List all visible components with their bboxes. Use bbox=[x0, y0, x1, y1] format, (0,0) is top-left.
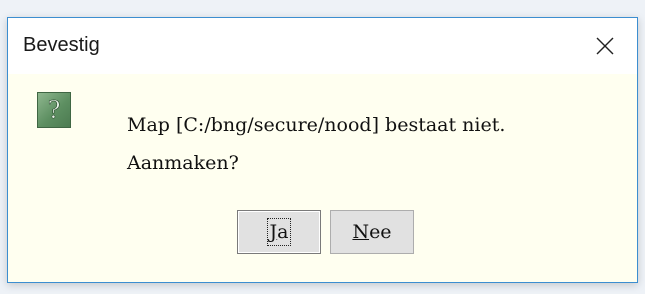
no-accelerator: N bbox=[352, 221, 370, 243]
confirm-dialog: Bevestig ? Map [C:/bng/secure/nood] best… bbox=[7, 17, 638, 283]
question-icon: ? bbox=[37, 92, 71, 128]
dialog-message: Map [C:/bng/secure/nood] bestaat niet. A… bbox=[127, 106, 505, 182]
message-line-2: Aanmaken? bbox=[127, 152, 239, 174]
yes-accelerator: J bbox=[269, 221, 278, 243]
yes-button-label: Ja bbox=[266, 218, 292, 246]
yes-button[interactable]: Ja bbox=[237, 210, 321, 254]
no-button-label: Nee bbox=[352, 221, 391, 243]
no-label-rest: ee bbox=[369, 221, 392, 243]
yes-label-rest: a bbox=[277, 221, 289, 243]
no-button[interactable]: Nee bbox=[330, 210, 414, 254]
close-icon bbox=[596, 37, 614, 55]
message-line-1: Map [C:/bng/secure/nood] bestaat niet. bbox=[127, 114, 506, 136]
dialog-body: ? Map [C:/bng/secure/nood] bestaat niet.… bbox=[8, 74, 637, 282]
dialog-title: Bevestig bbox=[23, 34, 100, 56]
title-bar[interactable]: Bevestig bbox=[8, 18, 637, 74]
close-button[interactable] bbox=[573, 18, 637, 74]
